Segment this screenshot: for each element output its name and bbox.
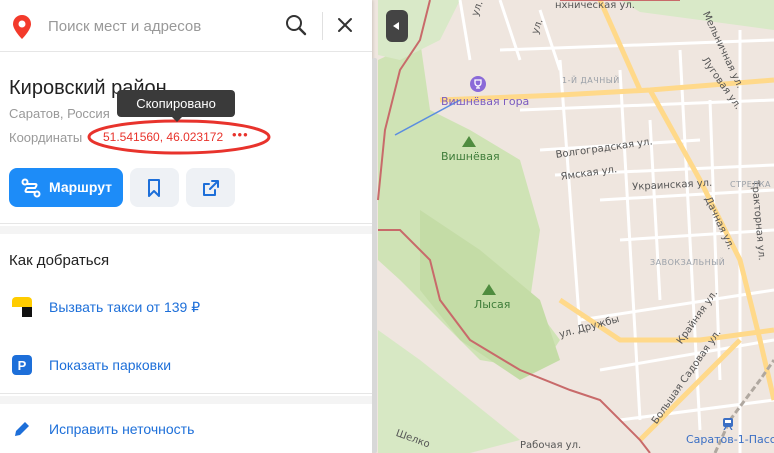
coordinates-label: Координаты	[9, 130, 83, 145]
train-icon	[723, 418, 733, 430]
parking-row[interactable]: P Показать парковки	[0, 350, 372, 380]
feedback-link[interactable]: Исправить неточность	[49, 421, 194, 437]
divider	[0, 226, 372, 234]
poi-vishnevaya[interactable]: Вишнёвая	[441, 150, 500, 163]
district-label: ЗАВОКЗАЛЬНЫЙ	[650, 258, 726, 267]
side-panel: Кировский район Саратов, Россия Координа…	[0, 0, 372, 453]
district-label: СТРЕЛКА	[730, 180, 772, 189]
search-input[interactable]	[48, 14, 268, 38]
poi-vishnevaya-gora[interactable]: Вишнёвая гора	[441, 95, 529, 108]
divider	[0, 393, 372, 394]
district-label: 1-Й ДАЧНЫЙ	[562, 76, 620, 85]
taxi-row[interactable]: Вызвать такси от 139 ₽	[0, 292, 372, 322]
location-pin-icon	[13, 15, 31, 39]
search-bar	[0, 0, 372, 52]
route-icon	[21, 178, 41, 198]
taxi-icon	[12, 297, 32, 317]
how-to-get-title: Как добраться	[9, 252, 110, 269]
divider	[322, 12, 323, 40]
pencil-icon	[15, 422, 29, 436]
mountain-icon	[462, 136, 476, 147]
trophy-icon[interactable]	[470, 76, 486, 92]
svg-text:P: P	[18, 358, 27, 373]
street-label: нхническая ул.	[555, 0, 635, 11]
search-icon[interactable]	[285, 14, 307, 36]
more-options-button[interactable]: •••	[232, 127, 249, 142]
poi-lysaya[interactable]: Лысая	[474, 298, 510, 311]
route-button-label: Маршрут	[49, 179, 113, 195]
share-button[interactable]	[186, 168, 235, 207]
taxi-link[interactable]: Вызвать такси от 139 ₽	[49, 299, 200, 316]
street-label: Рабочая ул.	[520, 440, 582, 451]
copied-tooltip: Скопировано	[117, 90, 235, 122]
route-button[interactable]: Маршрут	[9, 168, 123, 207]
collapse-panel-button[interactable]	[386, 10, 408, 42]
scrollbar[interactable]	[372, 58, 377, 453]
bookmark-icon	[148, 179, 160, 197]
parking-link[interactable]: Показать парковки	[49, 357, 171, 373]
poi-station[interactable]: Саратов-1-Пасс	[686, 433, 774, 446]
divider	[0, 223, 372, 224]
mountain-icon	[482, 284, 496, 295]
divider	[0, 396, 372, 404]
feedback-row[interactable]: Исправить неточность	[0, 414, 372, 444]
parking-icon: P	[12, 355, 32, 375]
share-icon	[203, 180, 219, 196]
close-icon[interactable]	[336, 16, 354, 34]
bookmark-button[interactable]	[130, 168, 179, 207]
coordinates-value[interactable]: 51.541560, 46.023172	[103, 130, 223, 144]
